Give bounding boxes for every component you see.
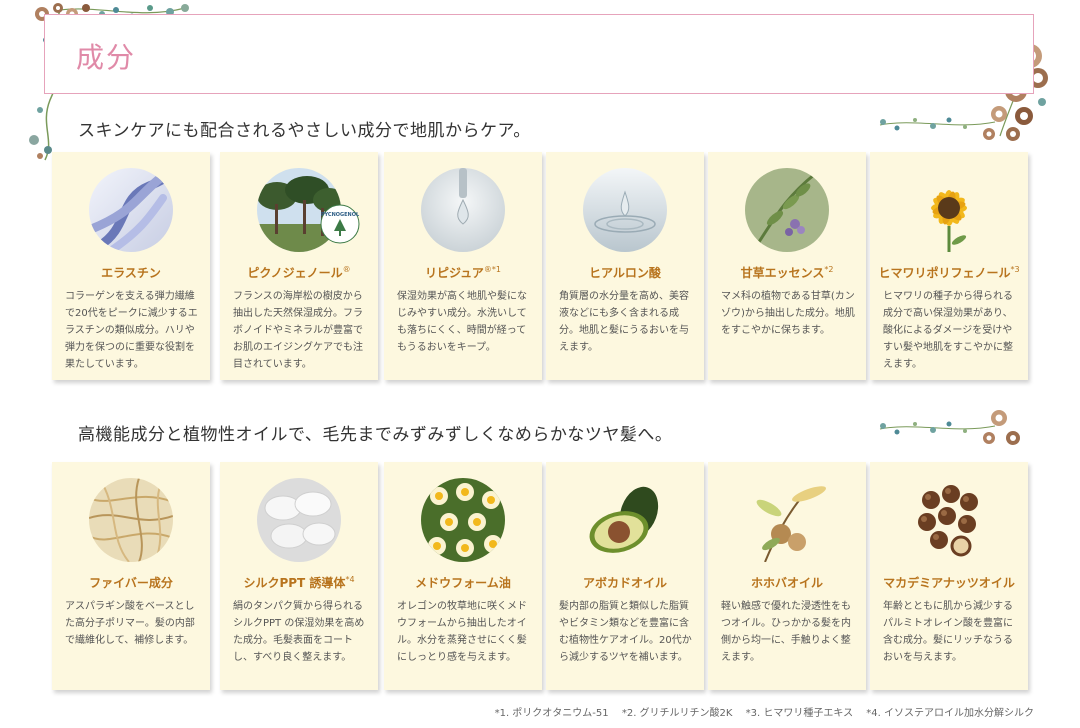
ingredient-name: アボカドオイル xyxy=(582,576,667,590)
ingredient-name: ピクノジェノール® xyxy=(247,265,351,280)
footnotes: *1. ポリクオタニウム-51 *2. グリチルリチン酸2K *3. ヒマワリ種… xyxy=(485,704,1034,719)
ingredient-description: 年齢とともに肌から減少するパルミトオレイン酸を豊富に含む成分。髪にリッチなうるお… xyxy=(883,601,1013,663)
ingredient-name: リピジュア®*1 xyxy=(424,265,501,280)
ingredient-name: シルクPPT 誘導体*4 xyxy=(243,575,355,590)
ingredient-card-avocado-oil: アボカドオイル 髪内部の脂質と類似した脂質やビタミン類などを豊富に含む植物性ケア… xyxy=(546,462,704,690)
footnote-1: *1. ポリクオタニウム-51 xyxy=(494,708,609,719)
ingredient-card-elastin: エラスチン コラーゲンを支える弾力繊維で20代をピークに減少するエラスチンの類似… xyxy=(52,152,210,380)
ingredient-card-sunflower-polyphenol: ヒマワリポリフェノール*3 ヒマワリの種子から得られる成分で高い保湿効果があり、… xyxy=(870,152,1028,380)
ingredient-name: ヒマワリポリフェノール*3 xyxy=(878,265,1020,280)
sunflower-image xyxy=(907,168,991,252)
ingredient-card-hyaluronic-acid: ヒアルロン酸 角質層の水分量を高め、美容液などにも多く含まれる成分。地肌と髪にう… xyxy=(546,152,704,380)
ingredient-card-silk-ppt: シルクPPT 誘導体*4 絹のタンパク質から得られるシルクPPT の保湿効果を高… xyxy=(220,462,378,690)
footnote-2: *2. グリチルリチン酸2K xyxy=(621,708,733,719)
fiber-strands-image xyxy=(89,478,173,562)
jojoba-image xyxy=(745,478,829,562)
macadamia-nuts-image xyxy=(907,478,991,562)
ingredient-description: フランスの海岸松の樹皮から抽出した天然保湿成分。フラボノイドやミネラルが豊富でお… xyxy=(233,291,363,370)
page-title: 成分 xyxy=(76,41,137,74)
footnote-4: *4. イソステアロイル加水分解シルク xyxy=(866,708,1034,719)
silk-cocoons-image xyxy=(257,478,341,562)
ingredient-card-meadowfoam-oil: メドウフォーム油 オレゴンの牧草地に咲くメドウフォームから抽出したオイル。水分を… xyxy=(384,462,542,690)
ingredient-name: 甘草エッセンス*2 xyxy=(740,265,834,280)
avocado-image xyxy=(583,478,667,562)
ingredient-card-jojoba-oil: ホホバオイル 軽い触感で優れた浸透性をもつオイル。ひっかかる髪を内側から均一に、… xyxy=(708,462,866,690)
water-splash-image xyxy=(583,168,667,252)
ingredient-description: アスパラギン酸をベースとした高分子ポリマー。髪の内部で繊維化して、補修します。 xyxy=(65,601,195,646)
ingredient-card-pycnogenol: PYCNOGENOL ピクノジェノール® フランスの海岸松の樹皮から抽出した天然… xyxy=(220,152,378,380)
sprig-decoration-row2 xyxy=(879,410,1020,445)
ingredient-name: エラスチン xyxy=(101,266,161,280)
ingredient-description: 角質層の水分量を高め、美容液などにも多く含まれる成分。地肌と髪にうるおいを与えま… xyxy=(559,291,689,353)
title-frame xyxy=(44,14,1034,94)
ingredient-name: ホホバオイル xyxy=(750,576,823,590)
svg-text:PYCNOGENOL: PYCNOGENOL xyxy=(321,212,360,218)
ingredient-description: マメ科の植物である甘草(カンゾウ)から抽出した成分。地肌をすこやかに保ちます。 xyxy=(721,291,855,336)
droplet-image xyxy=(421,168,505,252)
ingredient-name: ファイバー成分 xyxy=(89,576,173,590)
elastin-image xyxy=(89,168,173,252)
section-heading-skincare: スキンケアにも配合されるやさしい成分で地肌からケア。 xyxy=(78,121,531,141)
ingredient-card-licorice-essence: 甘草エッセンス*2 マメ科の植物である甘草(カンゾウ)から抽出した成分。地肌をす… xyxy=(708,152,866,380)
licorice-plant-image xyxy=(745,168,829,252)
ingredient-description: ヒマワリの種子から得られる成分で高い保湿効果があり、酸化によるダメージを受けやす… xyxy=(883,291,1013,370)
sprig-decoration-row1 xyxy=(879,106,1020,141)
ingredient-description: コラーゲンを支える弾力繊維で20代をピークに減少するエラスチンの類似成分。ハリや… xyxy=(65,291,198,370)
meadowfoam-flowers-image xyxy=(421,478,505,562)
footnote-3: *3. ヒマワリ種子エキス xyxy=(745,708,854,719)
ingredient-card-lipidure: リピジュア®*1 保湿効果が高く地肌や髪になじみやすい成分。水洗いしても落ちにく… xyxy=(384,152,542,380)
ingredient-description: 絹のタンパク質から得られるシルクPPT の保湿効果を高めた成分。毛髪表面をコート… xyxy=(233,601,365,663)
ingredient-description: 軽い触感で優れた浸透性をもつオイル。ひっかかる髪を内側から均一に、手触りよく整え… xyxy=(721,601,851,663)
ingredient-description: オレゴンの牧草地に咲くメドウフォームから抽出したオイル。水分を蒸発させにくく髪に… xyxy=(397,601,527,663)
ingredient-description: 髪内部の脂質と類似した脂質やビタミン類などを豊富に含む植物性ケアオイル。20代か… xyxy=(559,601,692,663)
ingredient-name: ヒアルロン酸 xyxy=(589,266,661,280)
pycnogenol-logo-icon: PYCNOGENOL xyxy=(320,204,360,244)
ingredient-name: マカデミアナッツオイル xyxy=(883,576,1015,590)
ingredient-description: 保湿効果が高く地肌や髪になじみやすい成分。水洗いしても落ちにくく、時間が経っても… xyxy=(397,291,527,353)
ingredient-card-fiber: ファイバー成分 アスパラギン酸をベースとした高分子ポリマー。髪の内部で繊維化して… xyxy=(52,462,210,690)
section-heading-hair-oils: 高機能成分と植物性オイルで、毛先までみずみずしくなめらかなツヤ髪へ。 xyxy=(78,425,673,445)
ingredient-card-macadamia-oil: マカデミアナッツオイル 年齢とともに肌から減少するパルミトオレイン酸を豊富に含む… xyxy=(870,462,1028,690)
ingredient-name: メドウフォーム油 xyxy=(415,576,511,590)
